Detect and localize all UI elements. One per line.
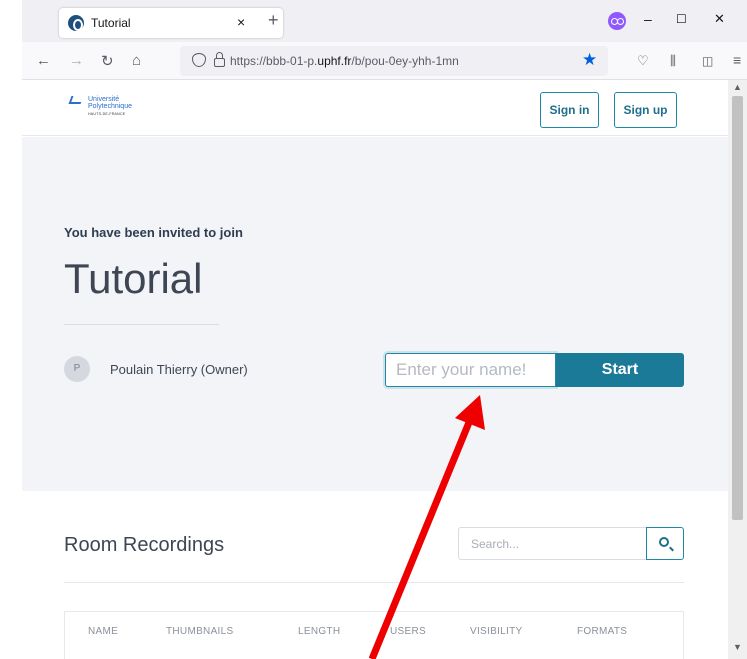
forward-arrow-icon[interactable]: → — [69, 52, 84, 69]
page-scrollbar[interactable]: ▲ ▼ — [728, 80, 747, 659]
minimize-button[interactable]: – — [644, 11, 652, 27]
reload-icon[interactable]: ↻ — [101, 52, 114, 70]
browser-navigation-bar: ← → ↻ ⌂ https://bbb-01-p.uphf.fr/b/pou-0… — [22, 42, 747, 80]
recordings-divider — [64, 582, 684, 583]
invited-text: You have been invited to join — [64, 225, 243, 240]
search-icon — [659, 537, 669, 547]
scroll-down-icon[interactable]: ▼ — [733, 642, 742, 652]
join-room-hero: You have been invited to join Tutorial P… — [22, 137, 728, 491]
sign-up-button[interactable]: Sign up — [614, 92, 677, 128]
owner-name: Poulain Thierry (Owner) — [110, 362, 248, 377]
logo-line-1: Université — [88, 96, 120, 103]
browser-tab-bar: Tutorial × + – ☐ ✕ — [22, 0, 747, 42]
name-input[interactable] — [385, 353, 556, 387]
library-icon[interactable]: ⫼ — [670, 53, 676, 69]
scrollbar-thumb[interactable] — [732, 96, 743, 520]
maximize-button[interactable]: ☐ — [676, 12, 687, 26]
back-arrow-icon[interactable]: ← — [36, 52, 51, 69]
new-tab-icon[interactable]: + — [268, 10, 279, 31]
menu-hamburger-icon[interactable]: ≡ — [733, 52, 741, 68]
start-button[interactable]: Start — [556, 353, 684, 387]
pocket-icon[interactable]: ♡ — [637, 53, 649, 69]
recordings-title: Room Recordings — [64, 534, 225, 556]
logo-mark-icon — [70, 96, 82, 106]
home-icon[interactable]: ⌂ — [132, 52, 141, 69]
bookmark-star-icon[interactable]: ★ — [582, 50, 597, 70]
url-text[interactable]: https://bbb-01-p.uphf.fr/b/pou-0ey-yhh-1… — [230, 54, 459, 68]
private-browsing-extension-icon[interactable] — [608, 12, 626, 30]
scroll-up-icon[interactable]: ▲ — [733, 82, 742, 92]
column-header-users[interactable]: USERS — [390, 626, 426, 637]
column-header-name[interactable]: NAME — [88, 626, 118, 637]
column-header-length[interactable]: LENGTH — [298, 626, 340, 637]
title-divider — [64, 324, 219, 325]
university-logo[interactable]: Université Polytechnique HAUTS-DE-FRANCE — [70, 93, 160, 119]
site-header: Université Polytechnique HAUTS-DE-FRANCE… — [22, 80, 728, 136]
column-header-visibility[interactable]: VISIBILITY — [470, 626, 522, 637]
logo-line-3: HAUTS-DE-FRANCE — [88, 112, 126, 116]
owner-avatar: P — [64, 356, 90, 382]
recordings-search-button[interactable] — [646, 527, 684, 560]
page-content: Université Polytechnique HAUTS-DE-FRANCE… — [22, 80, 728, 659]
tab-title: Tutorial — [91, 16, 131, 30]
column-header-formats[interactable]: FORMATS — [577, 626, 627, 637]
column-header-thumbnails[interactable]: THUMBNAILS — [166, 626, 233, 637]
tracking-protection-shield-icon[interactable] — [192, 53, 206, 67]
recordings-search-input[interactable]: Search... — [458, 527, 647, 560]
room-title: Tutorial — [64, 255, 203, 302]
tab-close-icon[interactable]: × — [237, 14, 245, 30]
logo-line-2: Polytechnique — [88, 103, 132, 110]
recordings-table: NAME THUMBNAILS LENGTH USERS VISIBILITY … — [64, 611, 684, 659]
address-bar[interactable]: https://bbb-01-p.uphf.fr/b/pou-0ey-yhh-1… — [180, 46, 608, 76]
browser-tab[interactable]: Tutorial × — [59, 8, 283, 38]
close-window-button[interactable]: ✕ — [714, 11, 725, 27]
bigbluebutton-favicon-icon — [68, 15, 84, 31]
sign-in-button[interactable]: Sign in — [540, 92, 599, 128]
lock-icon[interactable] — [214, 52, 225, 67]
sidebar-icon[interactable]: ◫ — [702, 54, 713, 68]
